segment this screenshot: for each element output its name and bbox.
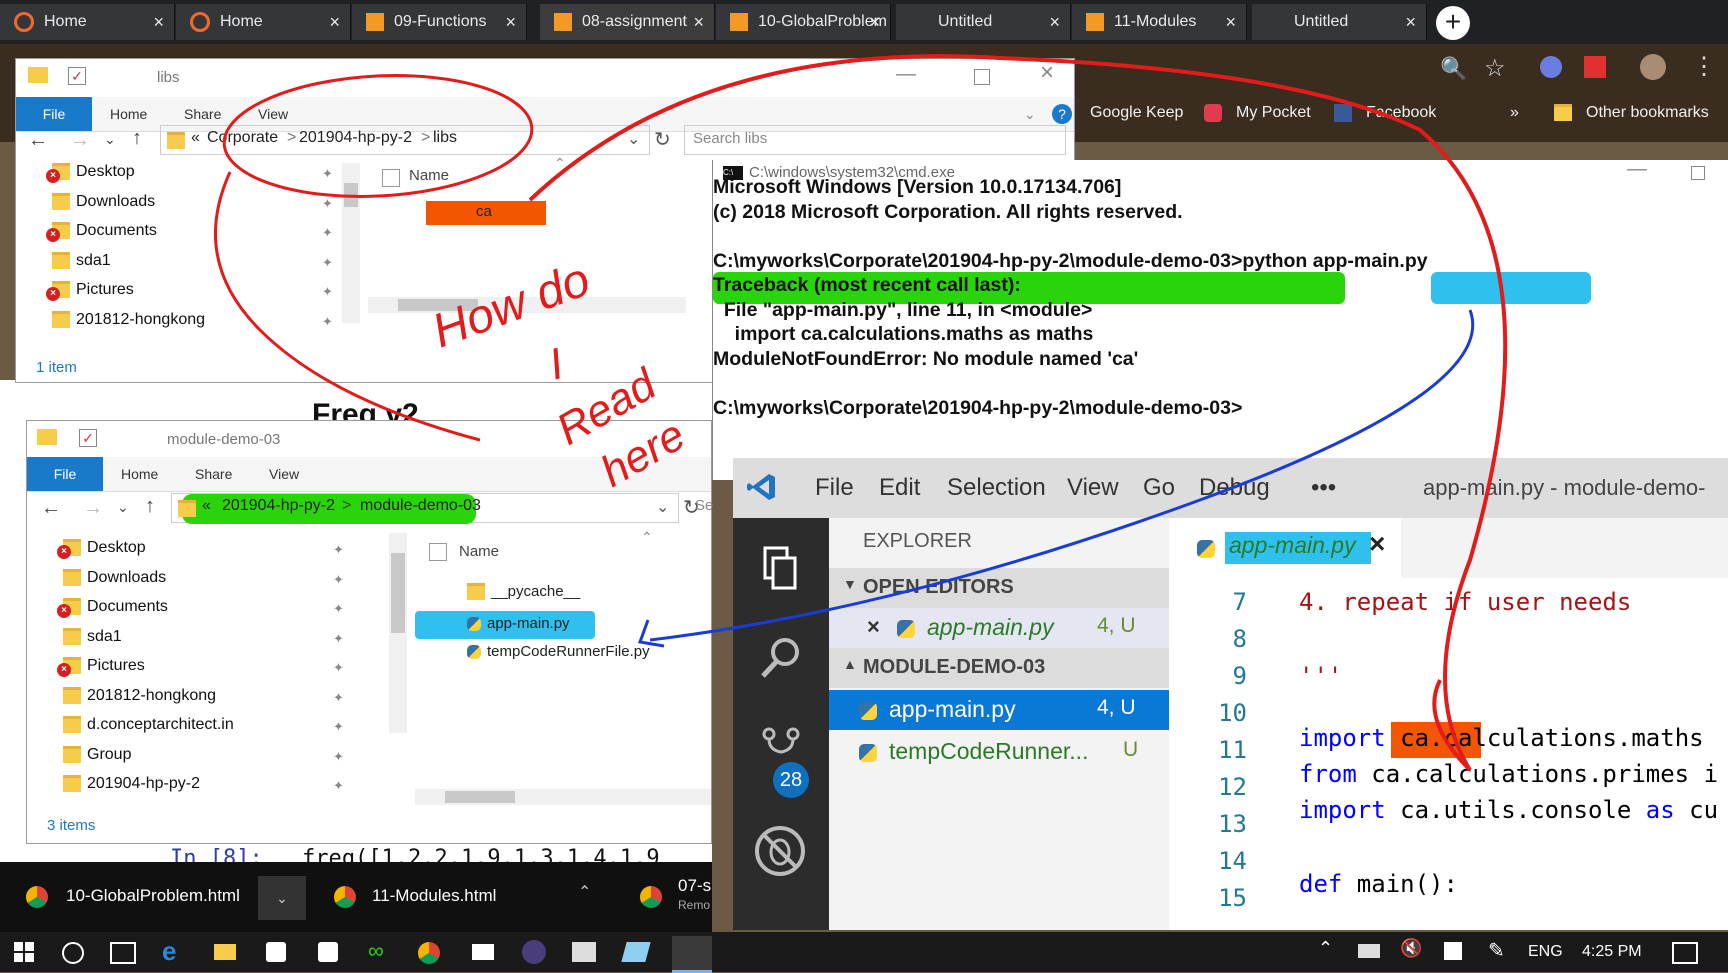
- annotation-arrowhead-blue: [637, 619, 665, 648]
- handwriting-1: How do: [426, 253, 597, 358]
- handwriting-2: I: [544, 339, 568, 389]
- annotation-circle: [222, 74, 534, 198]
- annotation-overlay: How do I Read here: [213, 54, 1508, 772]
- annotation-arrow-blue: [649, 309, 1475, 642]
- annotation-line: [528, 54, 1508, 772]
